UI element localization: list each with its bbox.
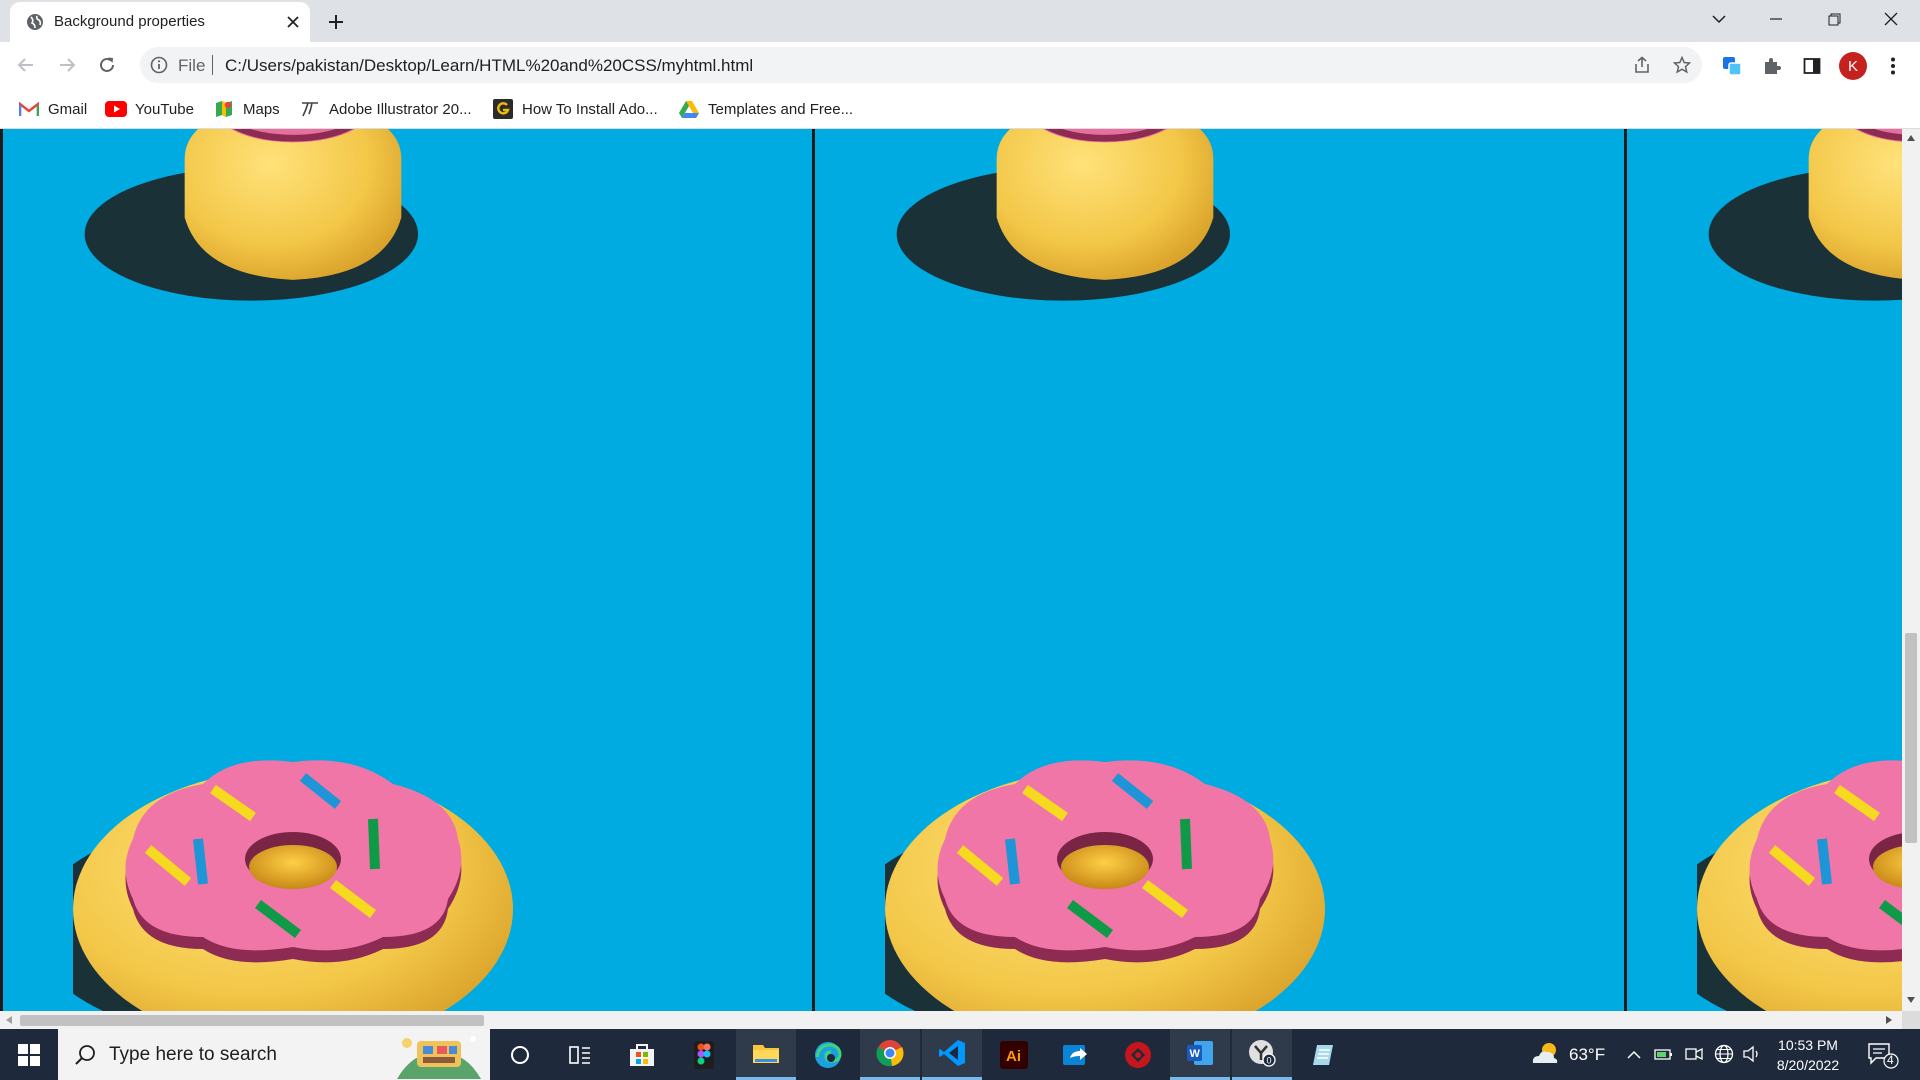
horizontal-scroll-thumb[interactable] — [20, 1015, 484, 1026]
donut-image — [73, 759, 513, 1011]
start-windows-icon[interactable] — [0, 1029, 58, 1080]
scroll-left-icon[interactable] — [6, 1016, 12, 1024]
bookmark-gmail[interactable]: Gmail — [18, 97, 87, 121]
google-drive-icon — [678, 98, 700, 120]
search-icon — [75, 1045, 95, 1065]
windows-taskbar: Type here to search Ai W 0 63°F 10:53 PM… — [0, 1029, 1920, 1080]
bookmark-youtube[interactable]: YouTube — [105, 97, 194, 121]
notification-count: 4 — [1887, 1053, 1894, 1067]
donut-image — [1697, 759, 1902, 1011]
bookmark-label: YouTube — [135, 100, 194, 118]
donut-image — [1697, 129, 1902, 309]
background-tile — [1624, 129, 1902, 1011]
illustrator-bookmark-icon — [299, 98, 321, 120]
system-clock[interactable]: 10:53 PM 8/20/2022 — [1760, 1035, 1856, 1075]
tab-strip: Background properties — [0, 0, 1920, 42]
new-tab-icon[interactable] — [324, 10, 348, 34]
network-globe-icon[interactable] — [1713, 1043, 1735, 1065]
scroll-corner — [1902, 1011, 1920, 1029]
tab-title: Background properties — [54, 13, 205, 30]
clock-date: 8/20/2022 — [1776, 1057, 1840, 1073]
scheme-label: File — [178, 56, 206, 75]
divider — [212, 55, 213, 75]
weather-temperature[interactable]: 63°F — [1569, 1045, 1605, 1065]
window-close-icon[interactable] — [1862, 0, 1920, 38]
background-tile — [0, 129, 812, 1011]
clock-time: 10:53 PM — [1778, 1037, 1838, 1053]
adblock-icon[interactable] — [1108, 1029, 1168, 1080]
show-hidden-icons-chevron-icon[interactable] — [1623, 1043, 1645, 1065]
cortana-icon[interactable] — [490, 1029, 550, 1080]
bookmarks-bar: Gmail YouTube Maps Adobe Illustrator 20.… — [0, 89, 1920, 129]
minimize-icon[interactable] — [1747, 0, 1805, 38]
address-bar[interactable]: File C:/Users/pakistan/Desktop/Learn/HTM… — [140, 47, 1702, 83]
reload-icon[interactable] — [91, 49, 123, 81]
side-panel-icon[interactable] — [1799, 53, 1825, 79]
task-view-icon[interactable] — [550, 1029, 610, 1080]
svg-text:0: 0 — [1267, 1056, 1272, 1066]
g-bookmark-icon — [492, 98, 514, 120]
file-explorer-icon[interactable] — [736, 1029, 796, 1080]
more-menu-icon[interactable] — [1880, 53, 1906, 79]
vertical-scrollbar[interactable] — [1902, 129, 1920, 1011]
restore-icon[interactable] — [1805, 0, 1863, 38]
page-viewport[interactable] — [0, 129, 1902, 1011]
illustrator-icon[interactable]: Ai — [984, 1029, 1044, 1080]
tab-search-icon[interactable] — [1690, 0, 1748, 38]
vscode-icon[interactable] — [922, 1029, 982, 1080]
share-icon[interactable] — [1632, 55, 1652, 75]
battery-icon[interactable] — [1653, 1043, 1675, 1065]
scroll-down-icon[interactable] — [1907, 997, 1915, 1003]
weather-cloudy-sun-icon[interactable] — [1530, 1041, 1560, 1067]
edge-icon[interactable] — [798, 1029, 858, 1080]
horizontal-scrollbar[interactable] — [0, 1011, 1902, 1029]
meet-now-icon[interactable] — [1683, 1043, 1705, 1065]
bookmark-maps[interactable]: Maps — [213, 97, 280, 121]
background-tile — [812, 129, 1624, 1011]
close-tab-icon[interactable] — [282, 11, 304, 33]
bookmark-templates[interactable]: Templates and Free... — [678, 97, 853, 121]
scroll-right-icon[interactable] — [1886, 1016, 1892, 1024]
maps-icon — [213, 98, 235, 120]
info-icon[interactable] — [150, 56, 168, 74]
profile-avatar[interactable]: K — [1839, 52, 1867, 80]
vertical-scroll-thumb[interactable] — [1905, 633, 1917, 843]
chrome-icon[interactable] — [860, 1029, 920, 1080]
url-text[interactable]: C:/Users/pakistan/Desktop/Learn/HTML%20a… — [225, 56, 753, 76]
browser-tab[interactable]: Background properties — [10, 2, 310, 42]
bookmark-how-to-install[interactable]: How To Install Ado... — [492, 97, 658, 121]
action-center-icon[interactable]: 4 — [1867, 1041, 1899, 1069]
bookmark-label: How To Install Ado... — [522, 100, 658, 118]
globe-icon — [27, 14, 43, 30]
share-app-icon[interactable] — [1046, 1029, 1106, 1080]
donut-image — [73, 129, 513, 309]
extensions-puzzle-icon[interactable] — [1759, 53, 1785, 79]
app-icon-badged[interactable]: 0 — [1232, 1029, 1292, 1080]
figma-icon[interactable] — [674, 1029, 734, 1080]
search-highlight-illustration — [397, 1036, 481, 1079]
donut-image — [885, 759, 1325, 1011]
bookmark-star-icon[interactable] — [1672, 55, 1692, 75]
browser-toolbar: File C:/Users/pakistan/Desktop/Learn/HTM… — [0, 42, 1920, 89]
word-icon[interactable]: W — [1170, 1029, 1230, 1080]
youtube-icon — [105, 98, 127, 120]
back-arrow-icon[interactable] — [10, 49, 42, 81]
scroll-up-icon[interactable] — [1907, 135, 1915, 141]
bookmark-label: Templates and Free... — [708, 100, 854, 118]
translate-extension-icon[interactable] — [1719, 53, 1745, 79]
svg-text:W: W — [1190, 1048, 1201, 1060]
gmail-icon — [18, 98, 40, 120]
bookmark-label: Maps — [243, 100, 280, 118]
microsoft-store-icon[interactable] — [612, 1029, 672, 1080]
taskbar-search-box[interactable]: Type here to search — [58, 1029, 490, 1080]
bookmark-label: Gmail — [48, 100, 88, 118]
bookmark-label: Adobe Illustrator 20... — [329, 100, 472, 118]
svg-text:Ai: Ai — [1006, 1048, 1021, 1065]
forward-arrow-icon[interactable] — [51, 49, 83, 81]
bookmark-illustrator[interactable]: Adobe Illustrator 20... — [299, 97, 472, 121]
donut-image — [885, 129, 1325, 309]
search-placeholder: Type here to search — [109, 1044, 277, 1065]
notepad-icon[interactable] — [1294, 1029, 1354, 1080]
